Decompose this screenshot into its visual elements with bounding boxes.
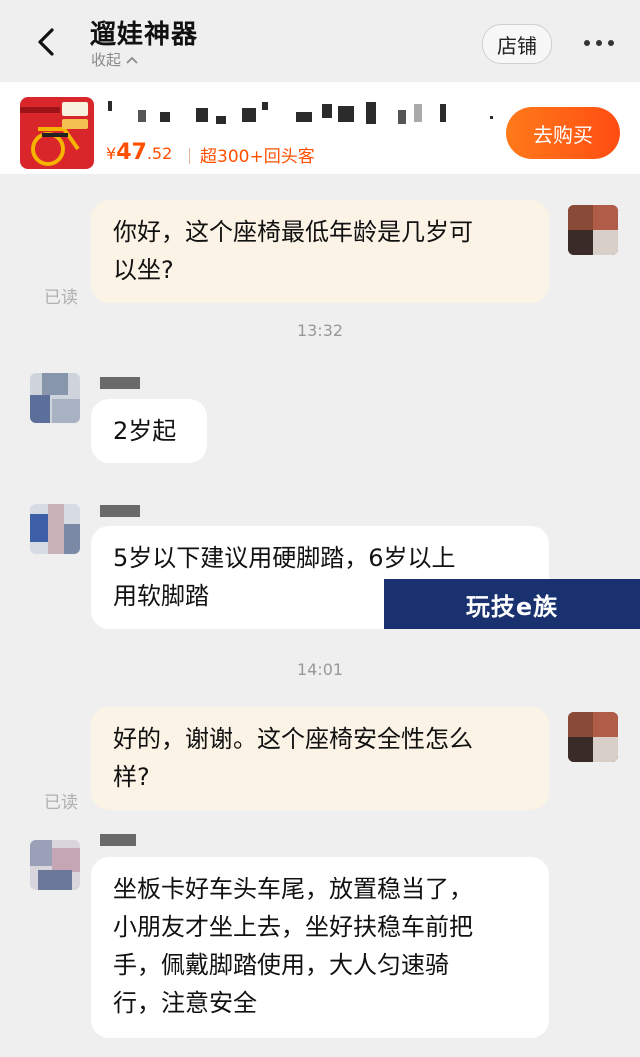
message-text-line: 你好，这个座椅最低年龄是几岁可 [113,218,473,246]
read-receipt: 已读 [44,288,78,308]
seller-avatar[interactable] [30,373,80,423]
censored-title [196,108,208,122]
censored-title [398,110,406,124]
message-text-line: 小朋友才坐上去，坐好扶稳车前把 [113,913,473,941]
message-text-line: 以坐? [113,256,174,284]
thumbnail-badge [62,119,88,129]
collapse-label: 收起 [91,51,122,69]
message-bubble-incoming[interactable]: 坐板卡好车头车尾，放置稳当了， 小朋友才坐上去，坐好扶稳车前把 手，佩戴脚踏使用… [91,857,549,1038]
chat-header: 遛娃神器 收起 店铺 [0,0,640,82]
censored-title [322,104,332,118]
thumbnail-caption [62,102,88,116]
seller-avatar[interactable] [30,840,80,890]
product-thumbnail[interactable] [20,97,94,169]
chevron-up-icon [126,56,138,64]
censored-title [296,112,312,122]
censored-title [414,104,422,122]
more-options-icon[interactable] [584,33,620,53]
censored-title [440,104,446,122]
read-receipt: 已读 [44,793,78,813]
back-arrow-icon[interactable] [30,22,66,62]
my-avatar[interactable] [568,205,618,255]
censored-title [216,116,226,124]
censored-title [160,112,170,122]
message-text-line: 好的，谢谢。这个座椅安全性怎么 [113,725,473,753]
censored-title [366,102,376,124]
message-text-line: 坐板卡好车头车尾，放置稳当了， [113,875,473,903]
seller-name-censored [100,505,140,517]
censored-title [262,102,268,110]
message-bubble-incoming[interactable]: 2岁起 [91,399,207,463]
message-text-line: 用软脚踏 [113,582,209,610]
shop-button[interactable]: 店铺 [482,24,552,64]
timestamp: 13:32 [296,321,344,340]
censored-title [338,106,354,122]
product-price: ¥47.52 [106,140,172,165]
timestamp: 14:01 [296,660,344,679]
message-text-line: 样? [113,763,150,791]
censored-title [242,108,256,122]
buy-button[interactable]: 去购买 [506,107,620,159]
seller-avatar[interactable] [30,504,80,554]
collapse-toggle[interactable]: 收起 [91,49,139,70]
message-text-line: 5岁以下建议用硬脚踏，6岁以上 [113,544,456,572]
message-bubble-outgoing[interactable]: 好的，谢谢。这个座椅安全性怎么 样? [91,707,549,810]
seller-name-censored [100,834,136,846]
censored-title [108,101,112,111]
chat-title: 遛娃神器 [90,20,199,50]
my-avatar[interactable] [568,712,618,762]
censored-title [138,110,146,122]
message-text-line: 行，注意安全 [113,989,257,1017]
price-divider [189,148,190,164]
censored-title [490,116,493,119]
repeat-customer-badge: 超300+回头客 [200,147,315,167]
watermark-logo: 玩技e族 [384,579,640,629]
message-bubble-outgoing[interactable]: 你好，这个座椅最低年龄是几岁可 以坐? [91,200,549,303]
message-text-line: 手，佩戴脚踏使用，大人匀速骑 [113,951,449,979]
currency-symbol: ¥ [106,144,117,163]
price-integer: 47 [116,140,147,165]
price-decimal: .52 [146,144,173,163]
message-text-line: 2岁起 [113,417,177,445]
seller-name-censored [100,377,140,389]
